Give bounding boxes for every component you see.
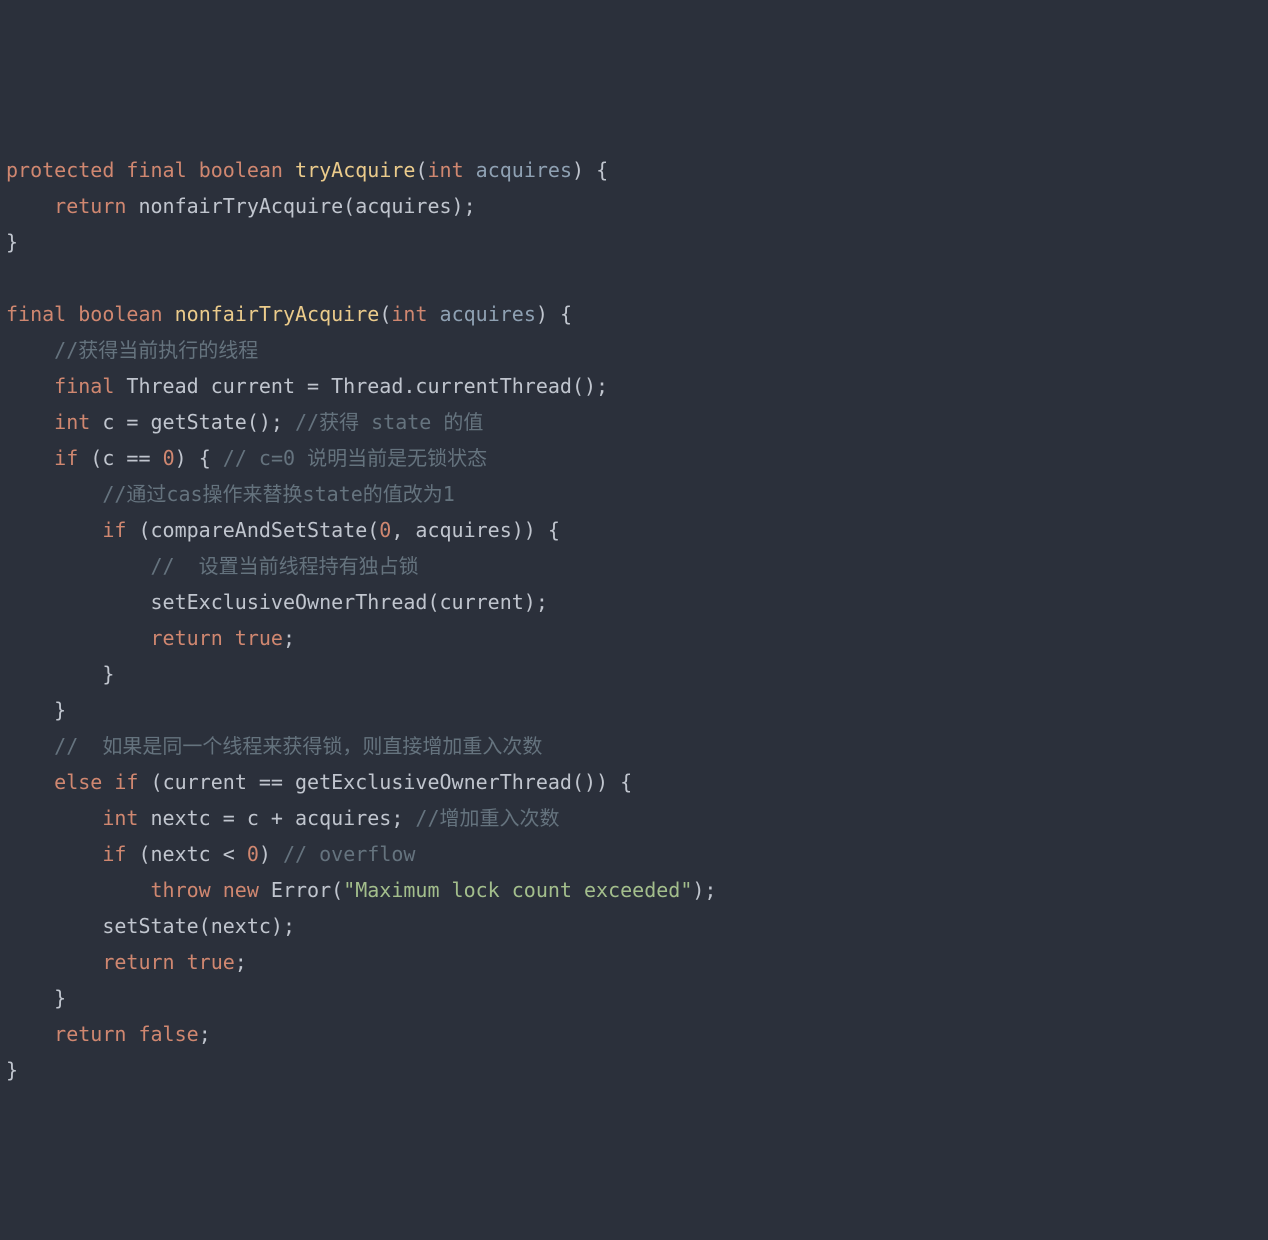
indent <box>6 446 54 470</box>
indent <box>6 950 102 974</box>
kw-return: return <box>54 194 126 218</box>
fn-tryacquire: tryAcquire <box>295 158 415 182</box>
call-error: Error( <box>259 878 343 902</box>
brace-close: } <box>6 1058 18 1082</box>
indent <box>6 914 102 938</box>
comment-line: //通过cas操作来替换state的值改为1 <box>102 482 454 506</box>
param-acquires: acquires <box>440 302 536 326</box>
indent <box>6 194 54 218</box>
brace-close: } <box>54 986 66 1010</box>
paren-open: ( <box>379 302 391 326</box>
kw-false: false <box>138 1022 198 1046</box>
call-setstate: setState(nextc); <box>102 914 295 938</box>
kw-return: return <box>151 626 223 650</box>
kw-protected: protected <box>6 158 114 182</box>
indent <box>6 590 151 614</box>
kw-int: int <box>391 302 427 326</box>
paren-open: ( <box>415 158 427 182</box>
indent <box>6 698 54 722</box>
brace-close: } <box>6 230 18 254</box>
expr: (compareAndSetState( <box>126 518 379 542</box>
kw-if: if <box>54 446 78 470</box>
kw-throw: throw <box>151 878 211 902</box>
paren-close-brace: ) { <box>536 302 572 326</box>
indent <box>6 518 102 542</box>
indent <box>6 842 102 866</box>
call-nonfairtryacquire: nonfairTryAcquire(acquires); <box>126 194 475 218</box>
space <box>211 878 223 902</box>
indent <box>6 662 102 686</box>
expr: (c == <box>78 446 162 470</box>
code-block: protected final boolean tryAcquire(int a… <box>0 144 1268 1096</box>
decl-c-getstate: c = getState(); <box>90 410 295 434</box>
semicolon: ; <box>199 1022 211 1046</box>
space <box>126 1022 138 1046</box>
fn-nonfairtryacquire: nonfairTryAcquire <box>175 302 380 326</box>
space <box>175 950 187 974</box>
kw-else: else <box>54 770 102 794</box>
kw-final: final <box>6 302 66 326</box>
number-zero: 0 <box>379 518 391 542</box>
expr: ) { <box>175 446 223 470</box>
kw-true: true <box>187 950 235 974</box>
comment-line: // overflow <box>283 842 415 866</box>
paren-close-semi: ); <box>692 878 716 902</box>
decl-nextc: nextc = c + acquires; <box>138 806 415 830</box>
expr: (current == getExclusiveOwnerThread()) { <box>138 770 632 794</box>
kw-boolean: boolean <box>78 302 162 326</box>
kw-final: final <box>54 374 114 398</box>
expr: , acquires)) { <box>391 518 560 542</box>
param-acquires: acquires <box>476 158 572 182</box>
brace-close: } <box>102 662 114 686</box>
paren-close-brace: ) { <box>572 158 608 182</box>
indent <box>6 878 151 902</box>
kw-int: int <box>428 158 464 182</box>
kw-return: return <box>102 950 174 974</box>
semicolon: ; <box>283 626 295 650</box>
indent <box>6 410 54 434</box>
comment-line: // c=0 说明当前是无锁状态 <box>223 446 487 470</box>
brace-close: } <box>54 698 66 722</box>
comment-line: // 如果是同一个线程来获得锁，则直接增加重入次数 <box>54 734 542 758</box>
comment-line: // 设置当前线程持有独占锁 <box>151 554 419 578</box>
indent <box>6 482 102 506</box>
kw-new: new <box>223 878 259 902</box>
indent <box>6 986 54 1010</box>
kw-return: return <box>54 1022 126 1046</box>
kw-if: if <box>114 770 138 794</box>
comment-line: //获得 state 的值 <box>295 410 483 434</box>
comment-line: //增加重入次数 <box>415 806 559 830</box>
decl-thread-current: Thread current = Thread.currentThread(); <box>114 374 608 398</box>
number-zero: 0 <box>247 842 259 866</box>
kw-if: if <box>102 842 126 866</box>
kw-boolean: boolean <box>199 158 283 182</box>
kw-int: int <box>102 806 138 830</box>
comment-line: //获得当前执行的线程 <box>54 338 258 362</box>
number-zero: 0 <box>163 446 175 470</box>
kw-int: int <box>54 410 90 434</box>
call-setexclusiveownerthread: setExclusiveOwnerThread(current); <box>151 590 548 614</box>
expr: (nextc < <box>126 842 246 866</box>
expr: ) <box>259 842 283 866</box>
semicolon: ; <box>235 950 247 974</box>
indent <box>6 806 102 830</box>
string-literal: "Maximum lock count exceeded" <box>343 878 692 902</box>
indent <box>6 1022 54 1046</box>
indent <box>6 374 54 398</box>
indent <box>6 338 54 362</box>
kw-true: true <box>235 626 283 650</box>
indent <box>6 770 54 794</box>
indent <box>6 734 54 758</box>
kw-final: final <box>126 158 186 182</box>
space <box>102 770 114 794</box>
indent <box>6 554 151 578</box>
indent <box>6 626 151 650</box>
space <box>223 626 235 650</box>
kw-if: if <box>102 518 126 542</box>
